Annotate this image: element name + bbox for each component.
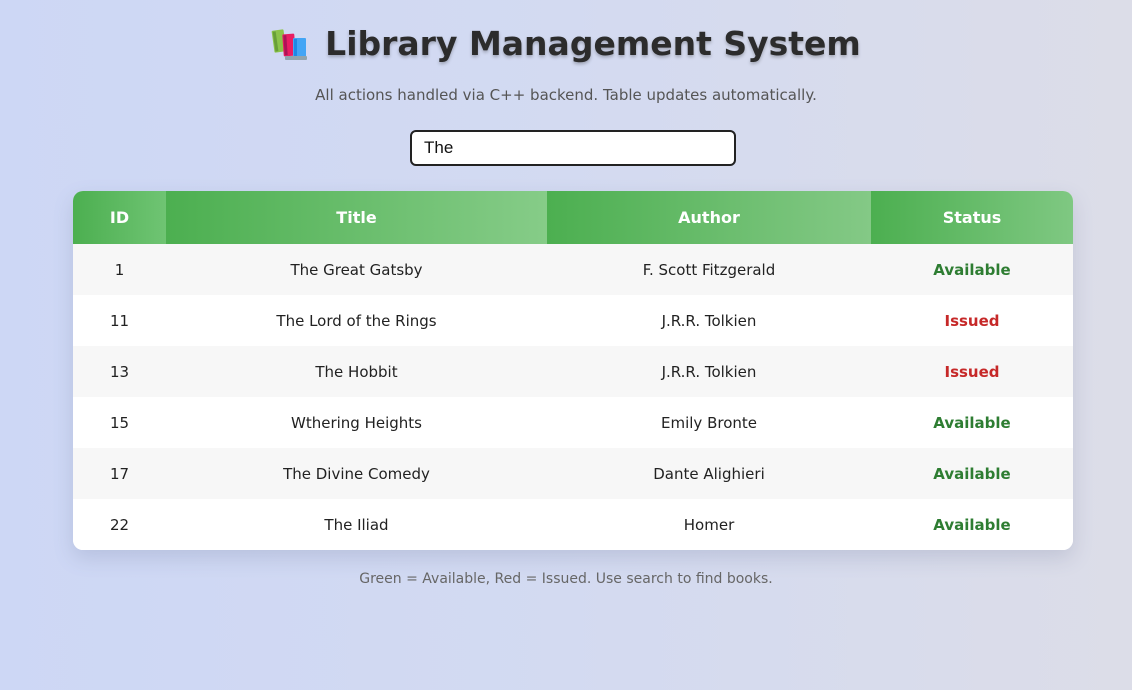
cell-author: Emily Bronte [661,413,757,432]
cell-title: The Divine Comedy [283,464,430,483]
cell-id: 15 [109,413,130,432]
cell-status: Issued [944,362,1000,381]
books-icon [271,26,311,62]
cell-id: 22 [109,515,130,534]
search-input[interactable] [410,130,736,166]
cell-author: J.R.R. Tolkien [661,311,757,330]
books-table-card: ID Title Author Status 1 The Great Gatsb… [73,191,1073,550]
cell-title: The Great Gatsby [290,260,423,279]
column-header-title[interactable]: Title [166,191,547,244]
cell-status: Issued [944,311,1000,330]
table-header: ID Title Author Status [73,191,1073,244]
cell-id: 11 [109,311,130,330]
page-title: Library Management System [325,24,861,63]
table-row[interactable]: 1 The Great Gatsby F. Scott Fitzgerald A… [73,244,1073,295]
cell-status: Available [933,515,1011,534]
cell-title: The Iliad [324,515,389,534]
cell-author: Dante Alighieri [653,464,765,483]
footer-note: Green = Available, Red = Issued. Use sea… [359,571,773,587]
column-header-id[interactable]: ID [73,191,166,244]
cell-title: The Lord of the Rings [276,311,437,330]
cell-status: Available [933,413,1011,432]
title-wrap: Library Management System [271,24,861,63]
cell-author: Homer [683,515,735,534]
cell-author: F. Scott Fitzgerald [642,260,776,279]
cell-id: 13 [109,362,130,381]
cell-title: Wthering Heights [291,413,422,432]
books-table: ID Title Author Status 1 The Great Gatsb… [73,191,1073,550]
cell-id: 1 [114,260,125,279]
column-header-status[interactable]: Status [871,191,1073,244]
column-header-author[interactable]: Author [547,191,871,244]
subtitle: All actions handled via C++ backend. Tab… [315,86,817,104]
cell-id: 17 [109,464,130,483]
table-row[interactable]: 11 The Lord of the Rings J.R.R. Tolkien … [73,295,1073,346]
cell-status: Available [933,464,1011,483]
table-row[interactable]: 17 The Divine Comedy Dante Alighieri Ava… [73,448,1073,499]
cell-author: J.R.R. Tolkien [661,362,757,381]
table-row[interactable]: 22 The Iliad Homer Available [73,499,1073,550]
table-row[interactable]: 13 The Hobbit J.R.R. Tolkien Issued [73,346,1073,397]
cell-status: Available [933,260,1011,279]
table-body: 1 The Great Gatsby F. Scott Fitzgerald A… [73,244,1073,550]
page-header: Library Management System [0,24,1132,66]
cell-title: The Hobbit [315,362,398,381]
table-row[interactable]: 15 Wthering Heights Emily Bronte Availab… [73,397,1073,448]
